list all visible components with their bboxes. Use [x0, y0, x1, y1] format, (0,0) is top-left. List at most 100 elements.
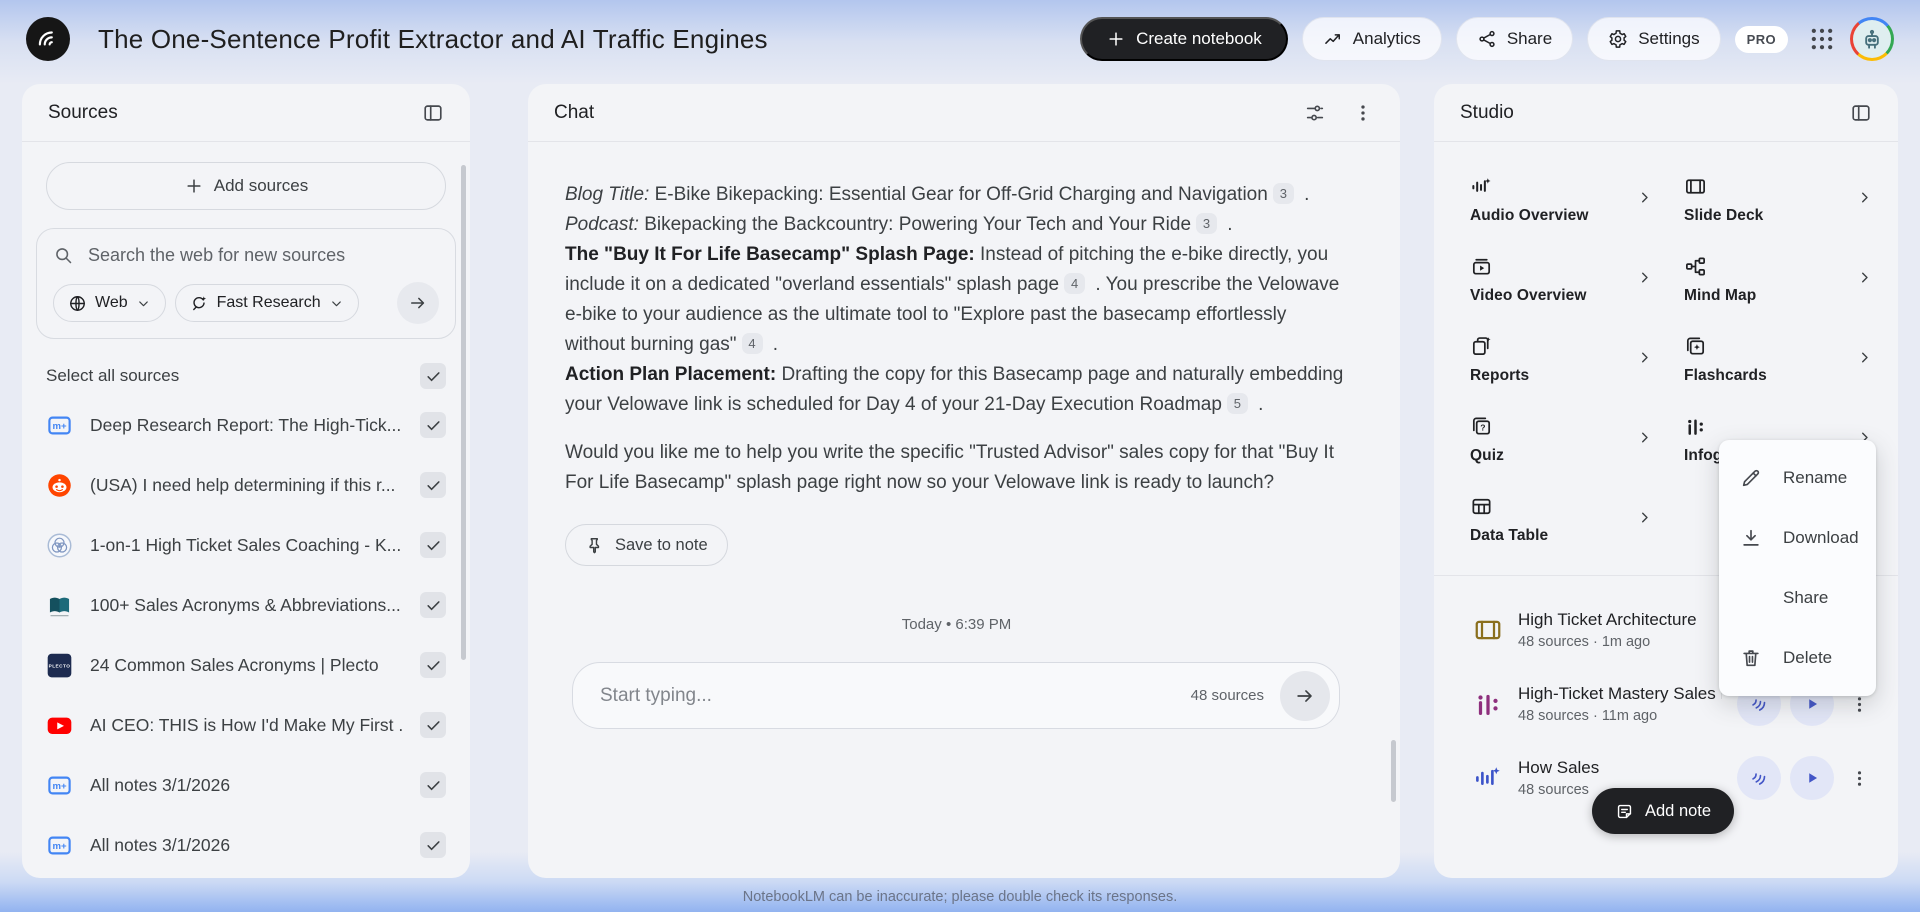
note-kebab-menu-icon[interactable] [1849, 768, 1870, 789]
citation-chip[interactable]: 3 [1272, 183, 1294, 204]
note-title: How Sales [1518, 758, 1600, 777]
source-checkbox[interactable] [420, 652, 446, 678]
notebooklm-logo[interactable] [26, 17, 70, 61]
source-list-item[interactable]: (USA) I need help determining if this r.… [22, 455, 470, 515]
collapse-panel-icon[interactable] [422, 102, 444, 124]
chevron-down-icon [329, 296, 344, 311]
source-type-icon [46, 532, 73, 559]
note-title: High Ticket Architecture [1518, 610, 1697, 629]
chevron-right-icon[interactable] [1636, 429, 1653, 451]
citation-chip[interactable]: 3 [1196, 213, 1218, 234]
interactive-mode-button[interactable] [1737, 756, 1781, 800]
bullet-text: Blog Title: E-Bike Bikepacking: Essentia… [565, 183, 1310, 205]
pin-icon [585, 536, 604, 555]
research-mode-chip[interactable]: Fast Research [174, 284, 359, 322]
studio-tile-label: Quiz [1470, 447, 1504, 464]
studio-tile[interactable]: Data Table [1456, 484, 1662, 555]
web-chip-label: Web [95, 294, 128, 311]
web-search-input[interactable] [88, 245, 439, 266]
source-checkbox[interactable] [420, 472, 446, 498]
collapse-panel-icon[interactable] [1850, 102, 1872, 124]
add-sources-button[interactable]: Add sources [46, 162, 446, 210]
studio-tile-label: Flashcards [1684, 367, 1767, 384]
text-segment: . [1298, 184, 1310, 205]
studio-tile[interactable]: Reports [1456, 324, 1662, 395]
studio-tile[interactable]: Audio Overview [1456, 164, 1662, 235]
chat-bullet: The "Buy It For Life Basecamp" Splash Pa… [565, 240, 1348, 360]
context-menu-item[interactable]: Delete [1719, 628, 1876, 688]
source-checkbox[interactable] [420, 532, 446, 558]
app-header: The One-Sentence Profit Extractor and AI… [0, 0, 1920, 78]
sources-scrollbar-thumb[interactable] [461, 165, 466, 660]
source-list-item[interactable]: AI CEO: THIS is How I'd Make My First ..… [22, 695, 470, 755]
create-notebook-button[interactable]: Create notebook [1080, 17, 1288, 61]
source-list-item[interactable]: 100+ Sales Acronyms & Abbreviations... [22, 575, 470, 635]
play-audio-button[interactable] [1790, 756, 1834, 800]
arrow-right-icon [1294, 685, 1316, 707]
add-sources-label: Add sources [213, 176, 309, 195]
chat-bullet: Action Plan Placement: Drafting the copy… [565, 360, 1348, 420]
apps-grid-icon[interactable] [1808, 25, 1836, 53]
studio-tile-icon [1684, 255, 1707, 278]
add-note-button[interactable]: Add note [1592, 788, 1735, 834]
studio-tile-icon [1684, 175, 1707, 198]
context-menu-item[interactable]: Share [1719, 568, 1876, 628]
source-checkbox[interactable] [420, 412, 446, 438]
source-checkbox[interactable] [420, 712, 446, 738]
context-menu-item[interactable]: Rename [1719, 448, 1876, 508]
studio-tile[interactable]: Video Overview [1456, 244, 1662, 315]
studio-tile[interactable]: ? Quiz [1456, 404, 1662, 475]
menu-item-icon [1740, 527, 1762, 549]
source-type-icon [46, 712, 73, 739]
account-avatar[interactable] [1850, 17, 1894, 61]
tune-settings-icon[interactable] [1304, 102, 1326, 124]
share-label: Share [1506, 29, 1553, 48]
send-message-button[interactable] [1280, 670, 1330, 721]
chevron-right-icon[interactable] [1856, 349, 1873, 371]
source-checkbox[interactable] [420, 832, 446, 858]
studio-tile[interactable]: Mind Map [1670, 244, 1882, 315]
chevron-right-icon[interactable] [1636, 349, 1653, 371]
studio-tile-icon [1684, 415, 1707, 438]
context-menu-item[interactable]: Download [1719, 508, 1876, 568]
source-list-item[interactable]: m+ All notes 3/1/2026 [22, 755, 470, 815]
menu-item-label: Delete [1783, 648, 1833, 667]
source-list-item[interactable]: m+ Deep Research Report: The High-Tick..… [22, 395, 470, 455]
citation-chip[interactable]: 5 [1226, 393, 1248, 414]
search-submit-button[interactable] [397, 282, 439, 324]
citation-chip[interactable]: 4 [1064, 273, 1086, 294]
source-type-icon: m+ [46, 832, 73, 859]
analytics-button[interactable]: Analytics [1301, 17, 1442, 61]
studio-tile-label: Slide Deck [1684, 207, 1764, 224]
source-type-icon [46, 472, 73, 499]
source-title: 100+ Sales Acronyms & Abbreviations... [90, 594, 401, 615]
chevron-right-icon[interactable] [1856, 189, 1873, 211]
chevron-right-icon[interactable] [1636, 269, 1653, 291]
studio-tile[interactable]: Flashcards [1670, 324, 1882, 395]
note-kebab-menu-icon[interactable] [1849, 694, 1870, 715]
source-list-item[interactable]: 1-on-1 High Ticket Sales Coaching - K... [22, 515, 470, 575]
menu-item-icon [1740, 467, 1762, 489]
chevron-right-icon[interactable] [1636, 509, 1653, 531]
notebooklm-app: The One-Sentence Profit Extractor and AI… [0, 0, 1920, 912]
source-checkbox[interactable] [420, 592, 446, 618]
source-list-item[interactable]: PLECTO 24 Common Sales Acronyms | Plecto [22, 635, 470, 695]
chevron-right-icon[interactable] [1636, 189, 1653, 211]
source-checkbox[interactable] [420, 772, 446, 798]
settings-button[interactable]: Settings [1587, 17, 1721, 61]
gear-icon [1608, 29, 1628, 49]
source-list-item[interactable]: m+ All notes 3/1/2026 [22, 815, 470, 875]
studio-tile[interactable]: Slide Deck [1670, 164, 1882, 235]
share-button[interactable]: Share [1455, 17, 1574, 61]
web-filter-chip[interactable]: Web [53, 284, 166, 322]
citation-chip[interactable]: 4 [741, 333, 763, 354]
chat-scrollbar-thumb[interactable] [1391, 740, 1396, 802]
save-to-note-button[interactable]: Save to note [565, 524, 728, 566]
select-all-checkbox[interactable] [420, 363, 446, 389]
sources-panel-title: Sources [48, 101, 118, 123]
chat-input[interactable] [600, 684, 1191, 707]
check-icon [425, 597, 442, 614]
kebab-menu-icon[interactable] [1352, 102, 1374, 124]
sources-count-label: 48 sources [1190, 686, 1264, 704]
chevron-right-icon[interactable] [1856, 269, 1873, 291]
